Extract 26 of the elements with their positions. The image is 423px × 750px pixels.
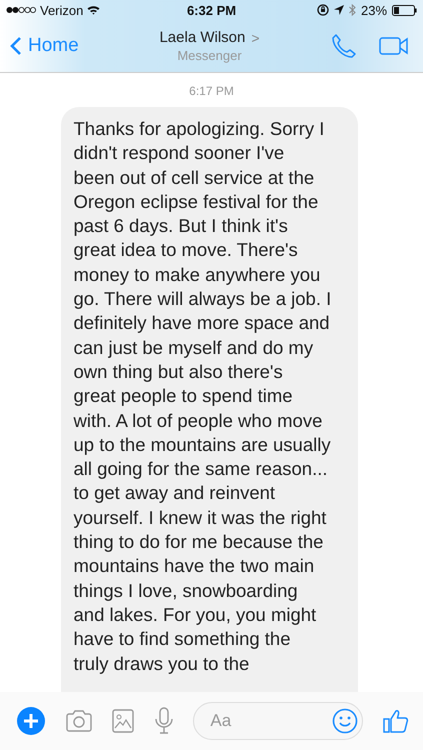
rotation-lock-icon [316,4,329,16]
text-input[interactable]: Aa [208,710,332,732]
message-field[interactable]: Aa [193,702,364,740]
timestamp: 6:17 PM [189,84,234,98]
contact-name[interactable]: Laela Wilson [159,29,246,46]
chevron-left-icon [10,36,22,56]
wifi-icon [87,5,100,15]
carrier-name: Verizon [40,2,84,18]
phone-icon[interactable] [331,33,358,59]
subtitle: Messenger [177,48,242,63]
plus-icon[interactable] [17,707,45,735]
signal-icon [6,6,36,14]
clock-time: 6:32 PM [186,2,236,18]
camera-icon[interactable] [64,709,93,733]
message-text: Thanks for apologizing. Sorry I didn't respond sooner I've been out of cell service at the Oregon eclipse festival for the past 6 days. But I think it's great idea to move. There's money to make anywhere you go. There will always be a job. I definitely have more space and can just be myself and do my own thing but also there's great people to spend time with. A lot of people who move up to the mountains are usually all going for the same reason... to get away and reinvent yourself. I knew it was the right thing to do for me because the mountains have the two main things I love, snowboarding and lakes. For you, you might have to find something the truly draws you to the [74,117,332,676]
smiley-icon[interactable] [332,708,358,734]
thumbs-up-icon[interactable] [382,708,409,734]
bluetooth-icon [348,4,356,16]
chevron-right[interactable]: > [251,30,260,46]
back-button[interactable]: Home [10,35,160,57]
video-camera-icon[interactable] [379,36,410,56]
battery-icon [392,4,418,16]
image-icon[interactable] [112,709,134,733]
microphone-icon[interactable] [154,707,174,735]
battery-percentage: 23% [360,2,388,18]
location-arrow-icon [334,5,344,15]
